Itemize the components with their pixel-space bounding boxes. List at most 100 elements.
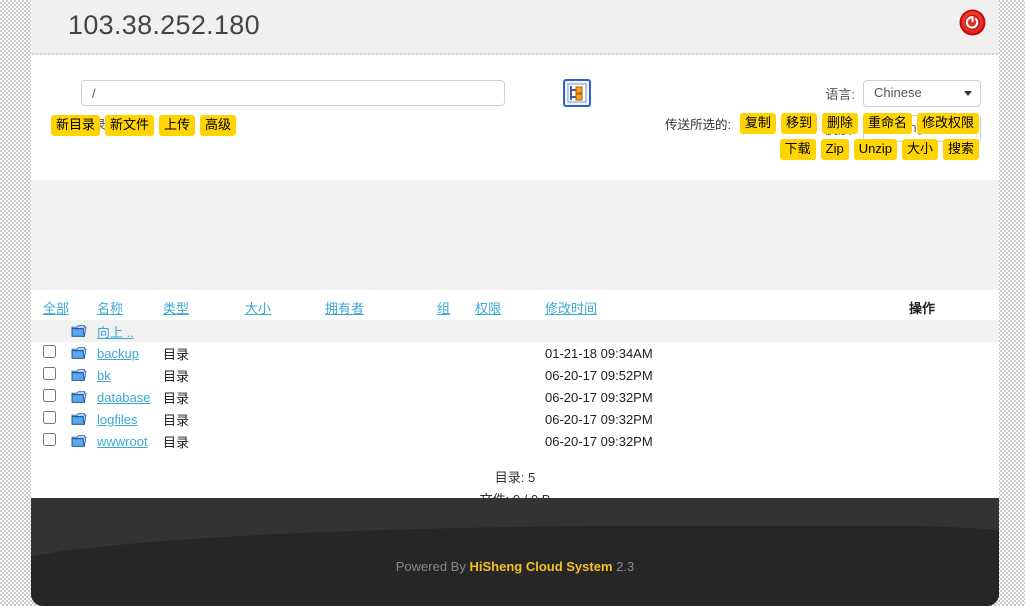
- parent-directory-link[interactable]: 向上 ..: [97, 325, 134, 340]
- path-input[interactable]: [81, 80, 505, 106]
- column-header-name[interactable]: 名称: [97, 301, 123, 316]
- transfer-row-1: 传送所选的: 复制 移到 删除 重命名 修改权限: [579, 113, 979, 134]
- row-checkbox[interactable]: [43, 389, 56, 402]
- row-group-cell: [437, 408, 475, 430]
- row-group-cell: [437, 430, 475, 452]
- row-mtime-cell: 06-20-17 09:32PM: [545, 411, 653, 427]
- delete-button[interactable]: 删除: [821, 113, 858, 134]
- row-checkbox-cell: [31, 364, 71, 386]
- row-checkbox[interactable]: [43, 367, 56, 380]
- file-table-body: 向上 .. backup 目录 01-21-18 09:34AM bk 目录 0…: [31, 320, 999, 452]
- row-icon-cell: [71, 364, 97, 386]
- file-link[interactable]: database: [97, 390, 151, 405]
- power-icon-svg: [959, 9, 986, 36]
- upload-button[interactable]: 上传: [159, 115, 196, 136]
- chevron-down-icon: [964, 91, 972, 96]
- row-icon-cell: [71, 342, 97, 364]
- table-row[interactable]: database 目录 06-20-17 09:32PM: [31, 386, 999, 408]
- row-op-cell: [845, 364, 999, 386]
- row-owner-cell: [325, 364, 437, 386]
- row-perm-cell: [475, 408, 545, 430]
- language-row: 语言: Chinese: [811, 80, 981, 107]
- row-name-cell: wwwroot: [97, 430, 163, 452]
- row-size-cell: [245, 430, 325, 452]
- row-owner-cell: [325, 386, 437, 408]
- row-owner-cell: [325, 342, 437, 364]
- row-checkbox[interactable]: [43, 345, 56, 358]
- language-select[interactable]: Chinese: [863, 80, 981, 107]
- folder-icon: [71, 435, 87, 447]
- row-op-cell: [845, 386, 999, 408]
- row-checkbox[interactable]: [43, 433, 56, 446]
- advanced-button[interactable]: 高级: [200, 115, 237, 136]
- new-file-button[interactable]: 新文件: [105, 115, 155, 136]
- column-header-owner[interactable]: 拥有者: [325, 301, 364, 316]
- row-mtime-cell: 06-20-17 09:32PM: [545, 433, 653, 449]
- folder-icon: [71, 413, 87, 425]
- row-perm-cell: [475, 386, 545, 408]
- search-button[interactable]: 搜索: [942, 139, 979, 160]
- rename-button[interactable]: 重命名: [862, 113, 912, 134]
- version-label: 2.3: [616, 559, 635, 574]
- zip-button[interactable]: Zip: [820, 139, 849, 160]
- transfer-label: 传送所选的:: [664, 118, 731, 132]
- row-checkbox[interactable]: [43, 411, 56, 424]
- row-size-cell: [245, 408, 325, 430]
- parent-checkbox-cell: [31, 320, 71, 342]
- file-link[interactable]: bk: [97, 368, 111, 383]
- row-name-cell: backup: [97, 342, 163, 364]
- row-op-cell: [845, 408, 999, 430]
- powered-by-label: Powered By: [395, 559, 466, 574]
- tree-icon[interactable]: [563, 79, 591, 107]
- row-op-cell: [845, 430, 999, 452]
- row-icon-cell: [71, 430, 97, 452]
- app-footer: Powered By HiSheng Cloud System 2.3: [31, 498, 999, 606]
- row-owner-cell: [325, 430, 437, 452]
- toolbar-band: [31, 180, 999, 290]
- row-mtime-cell: 06-20-17 09:52PM: [545, 367, 653, 383]
- row-perm-cell: [475, 342, 545, 364]
- copy-button[interactable]: 复制: [739, 113, 776, 134]
- row-name-cell: bk: [97, 364, 163, 386]
- column-header-size[interactable]: 大小: [245, 301, 271, 316]
- table-row[interactable]: bk 目录 06-20-17 09:52PM: [31, 364, 999, 386]
- size-button[interactable]: 大小: [901, 139, 938, 160]
- toolbar-right: 传送所选的: 复制 移到 删除 重命名 修改权限 下载 Zip Unzip 大小…: [579, 113, 979, 165]
- table-row-parent[interactable]: 向上 ..: [31, 320, 999, 342]
- column-header-group[interactable]: 组: [437, 301, 450, 316]
- row-checkbox-cell: [31, 342, 71, 364]
- row-name-cell: logfiles: [97, 408, 163, 430]
- parent-size-cell: [245, 320, 325, 342]
- row-icon-cell: [71, 408, 97, 430]
- download-button[interactable]: 下载: [779, 139, 816, 160]
- row-group-cell: [437, 364, 475, 386]
- move-button[interactable]: 移到: [780, 113, 817, 134]
- file-link[interactable]: backup: [97, 346, 139, 361]
- table-row[interactable]: backup 目录 01-21-18 09:34AM: [31, 342, 999, 364]
- table-row[interactable]: logfiles 目录 06-20-17 09:32PM: [31, 408, 999, 430]
- column-header-all[interactable]: 全部: [43, 301, 69, 316]
- file-link[interactable]: logfiles: [97, 412, 137, 427]
- row-group-cell: [437, 342, 475, 364]
- parent-folder-icon-cell: [71, 320, 97, 342]
- row-type-cell: 目录: [163, 390, 190, 406]
- parent-name-cell: 向上 ..: [97, 320, 245, 342]
- column-header-mtime[interactable]: 修改时间: [545, 301, 597, 316]
- parent-owner-cell: [325, 320, 437, 342]
- row-type-cell: 目录: [163, 346, 190, 362]
- table-row[interactable]: wwwroot 目录 06-20-17 09:32PM: [31, 430, 999, 452]
- column-header-type[interactable]: 类型: [163, 301, 189, 316]
- chmod-button[interactable]: 修改权限: [916, 113, 979, 134]
- app-header: 103.38.252.180: [31, 0, 999, 54]
- file-link[interactable]: wwwroot: [97, 434, 148, 449]
- column-header-permissions[interactable]: 权限: [475, 301, 501, 316]
- new-directory-button[interactable]: 新目录: [51, 115, 101, 136]
- brand-name: HiSheng Cloud System: [469, 559, 613, 574]
- unzip-button[interactable]: Unzip: [853, 139, 897, 160]
- tree-icon-svg: [566, 82, 588, 104]
- file-table-head: 全部 名称 类型 大小 拥有者 组 权限 修改时间 操作: [31, 298, 999, 320]
- row-op-cell: [845, 342, 999, 364]
- row-checkbox-cell: [31, 386, 71, 408]
- power-icon[interactable]: [958, 8, 987, 37]
- row-size-cell: [245, 364, 325, 386]
